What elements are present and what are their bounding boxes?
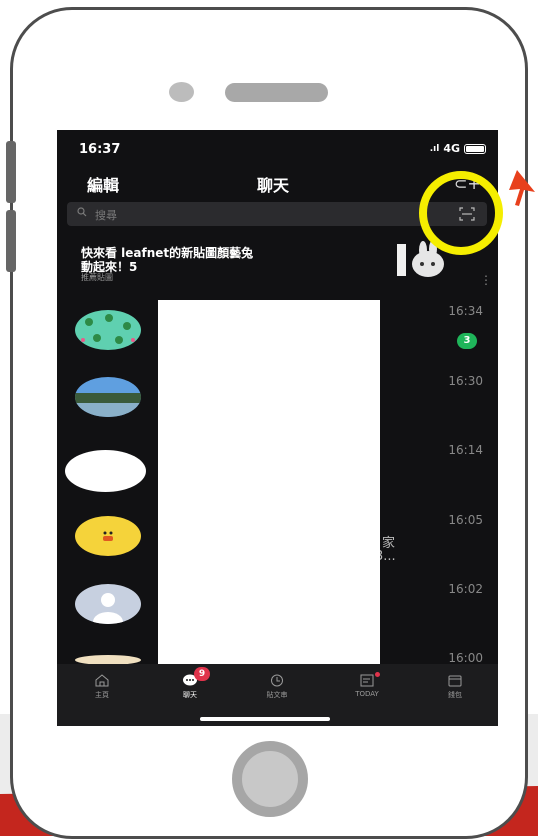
news-icon bbox=[360, 674, 374, 687]
chat-tab-badge: 9 bbox=[194, 667, 210, 681]
search-placeholder: 搜尋 bbox=[95, 209, 117, 222]
unread-badge: 3 bbox=[457, 333, 477, 349]
status-time: 16:37 bbox=[79, 142, 121, 157]
clock-icon bbox=[271, 674, 283, 687]
side-button bbox=[6, 210, 16, 272]
avatar[interactable] bbox=[75, 516, 141, 556]
speaker bbox=[225, 83, 328, 102]
redaction-block bbox=[158, 300, 380, 666]
chat-time: 16:14 bbox=[448, 443, 483, 457]
status-indicators: .ıl 4G bbox=[430, 142, 486, 155]
arrow-icon bbox=[509, 170, 535, 206]
avatar[interactable] bbox=[65, 450, 146, 492]
promo-subtitle: 推薦貼圖 bbox=[81, 273, 113, 282]
wallet-icon bbox=[448, 675, 462, 687]
signal-icon: .ıl bbox=[429, 143, 440, 154]
search-icon bbox=[77, 207, 87, 217]
chat-time: 16:34 bbox=[448, 304, 483, 318]
home-button[interactable] bbox=[232, 741, 308, 817]
tab-today[interactable]: TODAY bbox=[337, 672, 397, 698]
chat-time: 16:30 bbox=[448, 374, 483, 388]
chat-time: 16:00 bbox=[448, 651, 483, 665]
notification-dot bbox=[375, 672, 380, 677]
camera bbox=[169, 82, 194, 102]
home-icon bbox=[95, 674, 109, 687]
tab-label: 錢包 bbox=[448, 691, 462, 699]
avatar[interactable] bbox=[75, 310, 141, 350]
tab-label: 貼文串 bbox=[266, 691, 288, 699]
tab-home[interactable]: 主頁 bbox=[72, 674, 132, 700]
avatar[interactable] bbox=[75, 377, 141, 417]
highlight-circle bbox=[419, 171, 503, 255]
home-indicator bbox=[200, 717, 330, 721]
more-icon[interactable]: ⋮ bbox=[480, 273, 492, 287]
network-label: 4G bbox=[443, 142, 460, 155]
page-title: 聊天 bbox=[257, 176, 290, 195]
avatar[interactable] bbox=[75, 584, 141, 624]
tab-label: 主頁 bbox=[95, 691, 109, 699]
tab-timeline[interactable]: 貼文串 bbox=[247, 674, 307, 700]
side-button bbox=[6, 141, 16, 203]
chat-time: 16:02 bbox=[448, 582, 483, 596]
tab-chat[interactable]: 9 聊天 bbox=[160, 667, 220, 700]
battery-icon bbox=[464, 143, 486, 154]
chat-time: 16:05 bbox=[448, 513, 483, 527]
tab-label: 聊天 bbox=[183, 691, 197, 699]
edit-button[interactable]: 編輯 bbox=[87, 172, 119, 196]
tab-label: TODAY bbox=[355, 690, 379, 698]
tab-wallet[interactable]: 錢包 bbox=[425, 674, 485, 700]
